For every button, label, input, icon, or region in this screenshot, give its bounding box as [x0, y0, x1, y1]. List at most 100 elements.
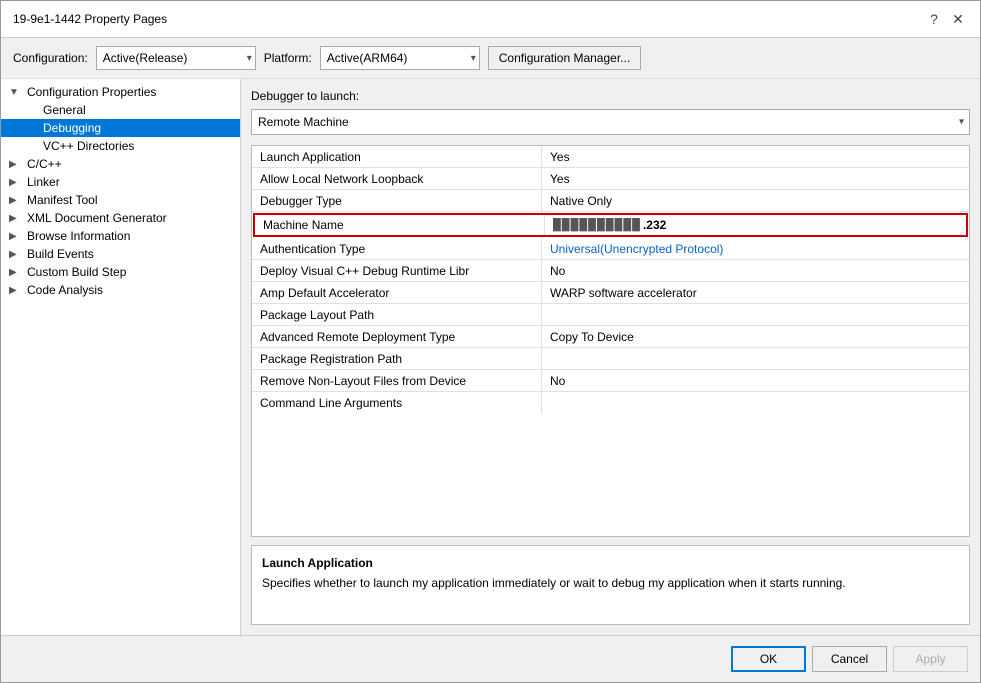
prop-row-5[interactable]: Deploy Visual C++ Debug Runtime LibrNo: [252, 260, 969, 282]
expand-icon-code-analysis: ▶: [9, 285, 23, 296]
prop-value-2: Native Only: [542, 190, 969, 211]
title-bar-controls: ? ✕: [924, 9, 968, 29]
prop-name-2: Debugger Type: [252, 190, 542, 211]
right-panel: Debugger to launch: Remote Machine Launc…: [241, 79, 980, 635]
prop-row-6[interactable]: Amp Default AcceleratorWARP software acc…: [252, 282, 969, 304]
sidebar-item-label-manifest-tool: Manifest Tool: [27, 193, 97, 207]
prop-row-8[interactable]: Advanced Remote Deployment TypeCopy To D…: [252, 326, 969, 348]
expand-icon-xml-doc-gen: ▶: [9, 213, 23, 224]
prop-name-1: Allow Local Network Loopback: [252, 168, 542, 189]
prop-row-10[interactable]: Remove Non-Layout Files from DeviceNo: [252, 370, 969, 392]
description-text-content: Specifies whether to launch my applicati…: [262, 576, 846, 590]
configuration-select-wrapper: Active(Release): [96, 46, 256, 70]
prop-name-7: Package Layout Path: [252, 304, 542, 325]
prop-name-9: Package Registration Path: [252, 348, 542, 369]
expand-icon-custom-build-step: ▶: [9, 267, 23, 278]
machine-ip-visible: .232: [643, 218, 666, 232]
prop-value-5: No: [542, 260, 969, 281]
expand-icon-manifest-tool: ▶: [9, 195, 23, 206]
sidebar-item-xml-doc-gen[interactable]: ▶ XML Document Generator: [1, 209, 240, 227]
unencrypted-link[interactable]: (Unencrypted Protocol): [600, 242, 723, 256]
prop-row-7[interactable]: Package Layout Path: [252, 304, 969, 326]
sidebar-item-label-vc-directories: VC++ Directories: [43, 139, 134, 153]
sidebar-item-custom-build-step[interactable]: ▶ Custom Build Step: [1, 263, 240, 281]
sidebar-item-label-browse-info: Browse Information: [27, 229, 130, 243]
prop-row-11[interactable]: Command Line Arguments: [252, 392, 969, 414]
main-content: ▼ Configuration Properties General Debuggin…: [1, 79, 980, 635]
prop-row-1[interactable]: Allow Local Network LoopbackYes: [252, 168, 969, 190]
expand-icon-linker: ▶: [9, 177, 23, 188]
apply-button[interactable]: Apply: [893, 646, 968, 672]
sidebar-item-label-general: General: [43, 103, 86, 117]
sidebar-item-general[interactable]: General: [1, 101, 240, 119]
sidebar-item-linker[interactable]: ▶ Linker: [1, 173, 240, 191]
sidebar-item-label-xml-doc-gen: XML Document Generator: [27, 211, 167, 225]
platform-select-wrapper: Active(ARM64): [320, 46, 480, 70]
configuration-label: Configuration:: [13, 51, 88, 65]
sidebar-item-debugging[interactable]: Debugging: [1, 119, 240, 137]
platform-label: Platform:: [264, 51, 312, 65]
prop-name-6: Amp Default Accelerator: [252, 282, 542, 303]
sidebar-item-label-code-analysis: Code Analysis: [27, 283, 103, 297]
prop-row-9[interactable]: Package Registration Path: [252, 348, 969, 370]
prop-value-1: Yes: [542, 168, 969, 189]
config-bar: Configuration: Active(Release) Platform:…: [1, 38, 980, 79]
prop-value-9: [542, 348, 969, 369]
sidebar-item-label-config-properties: Configuration Properties: [27, 85, 156, 99]
sidebar-item-label-debugging: Debugging: [43, 121, 101, 135]
sidebar-item-vc-directories[interactable]: VC++ Directories: [1, 137, 240, 155]
description-text: Specifies whether to launch my applicati…: [262, 574, 959, 592]
expand-icon-config-properties: ▼: [9, 87, 23, 98]
sidebar-item-cpp[interactable]: ▶ C/C++: [1, 155, 240, 173]
prop-row-2[interactable]: Debugger TypeNative Only: [252, 190, 969, 212]
cancel-button[interactable]: Cancel: [812, 646, 887, 672]
prop-name-8: Advanced Remote Deployment Type: [252, 326, 542, 347]
property-pages-dialog: 19-9e1-1442 Property Pages ? ✕ Configura…: [0, 0, 981, 683]
prop-name-3: Machine Name: [255, 215, 545, 235]
configuration-select[interactable]: Active(Release): [96, 46, 256, 70]
sidebar-item-label-linker: Linker: [27, 175, 60, 189]
prop-value-6: WARP software accelerator: [542, 282, 969, 303]
footer: OK Cancel Apply: [1, 635, 980, 682]
ok-button[interactable]: OK: [731, 646, 806, 672]
prop-value-10: No: [542, 370, 969, 391]
sidebar-item-browse-info[interactable]: ▶ Browse Information: [1, 227, 240, 245]
prop-value-11: [542, 392, 969, 414]
sidebar-item-label-cpp: C/C++: [27, 157, 62, 171]
prop-row-3[interactable]: Machine Name██████████.232: [253, 213, 968, 237]
expand-icon-cpp: ▶: [9, 159, 23, 170]
dialog-title: 19-9e1-1442 Property Pages: [13, 12, 167, 26]
expand-icon-build-events: ▶: [9, 249, 23, 260]
prop-value-3: ██████████.232: [545, 215, 966, 235]
prop-value-8: Copy To Device: [542, 326, 969, 347]
prop-row-4[interactable]: Authentication TypeUniversal (Unencrypte…: [252, 238, 969, 260]
sidebar: ▼ Configuration Properties General Debuggin…: [1, 79, 241, 635]
properties-grid: Launch ApplicationYesAllow Local Network…: [251, 145, 970, 537]
sidebar-item-code-analysis[interactable]: ▶ Code Analysis: [1, 281, 240, 299]
help-button[interactable]: ?: [924, 9, 944, 29]
sidebar-item-label-custom-build-step: Custom Build Step: [27, 265, 126, 279]
sidebar-item-manifest-tool[interactable]: ▶ Manifest Tool: [1, 191, 240, 209]
configuration-manager-button[interactable]: Configuration Manager...: [488, 46, 641, 70]
platform-select[interactable]: Active(ARM64): [320, 46, 480, 70]
machine-ip-blurred: ██████████: [553, 219, 641, 231]
debugger-select-row: Remote Machine: [251, 109, 970, 135]
prop-name-4: Authentication Type: [252, 238, 542, 259]
expand-icon-browse-info: ▶: [9, 231, 23, 242]
prop-row-0[interactable]: Launch ApplicationYes: [252, 146, 969, 168]
close-button[interactable]: ✕: [948, 9, 968, 29]
description-panel: Launch Application Specifies whether to …: [251, 545, 970, 625]
debugger-label: Debugger to launch:: [251, 89, 970, 103]
prop-value-7: [542, 304, 969, 325]
debugger-select[interactable]: Remote Machine: [251, 109, 970, 135]
prop-name-11: Command Line Arguments: [252, 392, 542, 414]
prop-value-4: Universal (Unencrypted Protocol): [542, 238, 969, 259]
sidebar-item-label-build-events: Build Events: [27, 247, 94, 261]
title-bar: 19-9e1-1442 Property Pages ? ✕: [1, 1, 980, 38]
prop-name-0: Launch Application: [252, 146, 542, 167]
sidebar-item-build-events[interactable]: ▶ Build Events: [1, 245, 240, 263]
prop-value-0: Yes: [542, 146, 969, 167]
sidebar-item-config-properties[interactable]: ▼ Configuration Properties: [1, 83, 240, 101]
prop-name-5: Deploy Visual C++ Debug Runtime Libr: [252, 260, 542, 281]
description-title: Launch Application: [262, 556, 959, 570]
